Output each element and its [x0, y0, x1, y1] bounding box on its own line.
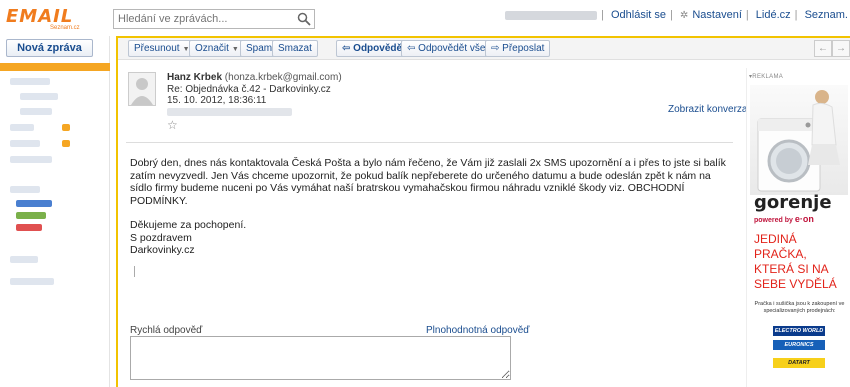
email-logo[interactable]: EMAIL Seznam.cz — [6, 6, 90, 32]
ad-slogan: JEDINÁ PRAČKA, KTERÁ SI NA SEBE VYDĚLÁ — [754, 232, 837, 291]
ad-brand-sub: powered by e·on — [754, 214, 814, 224]
quick-reply-textarea[interactable] — [130, 336, 511, 380]
message-toolbar: Přesunout ▼ Označit ▼ Spam Smazat ⇦ Odpově… — [118, 38, 850, 60]
star-icon[interactable]: ☆ — [167, 118, 178, 132]
folder-label-green[interactable] — [16, 212, 46, 219]
search-icon[interactable] — [297, 12, 311, 26]
move-button[interactable]: Přesunout ▼ — [128, 40, 196, 57]
folder-item[interactable] — [10, 156, 52, 163]
show-conversation-link[interactable]: Zobrazit konverzaci — [668, 104, 755, 115]
folder-label-red[interactable] — [16, 224, 42, 231]
reply-all-icon: ⇦ — [407, 43, 419, 54]
forward-icon: ⇨ — [491, 43, 503, 54]
folder-item[interactable] — [10, 78, 50, 85]
folder-item[interactable] — [10, 140, 40, 147]
folder-inbox-highlight[interactable] — [0, 63, 110, 71]
mark-label: Označit — [195, 43, 229, 54]
ad-washing-machine-image — [750, 85, 848, 195]
folder-item[interactable] — [10, 256, 38, 263]
quote-marker — [134, 266, 135, 277]
delete-button[interactable]: Smazat — [272, 40, 318, 57]
retailer-logo: DATART — [773, 358, 825, 368]
logout-link[interactable]: Odhlásit se — [611, 9, 666, 21]
folder-label-blue[interactable] — [16, 200, 52, 207]
message-date: 15. 10. 2012, 18:36:11 — [167, 95, 267, 106]
retailer-logo: EURONICS — [773, 340, 825, 350]
ad-label: ▾REKLAMA — [749, 74, 784, 80]
move-label: Přesunout — [134, 43, 180, 54]
header-divider — [126, 142, 733, 143]
folder-item[interactable] — [20, 93, 58, 100]
reply-all-label: Odpovědět všem — [418, 43, 494, 54]
recipient-blurred — [167, 108, 292, 116]
lide-link[interactable]: Lidé.cz — [756, 9, 791, 21]
quick-reply-label: Rychlá odpověď — [130, 325, 203, 336]
folder-item[interactable] — [10, 186, 40, 193]
message-body: Dobrý den, dnes nás kontaktovala Česká P… — [130, 157, 730, 257]
reply-icon: ⇦ — [342, 43, 354, 54]
new-mail-button[interactable]: Nová zpráva — [6, 39, 93, 57]
prev-message-icon[interactable]: ← — [814, 40, 832, 57]
body-line: S pozdravem — [130, 231, 192, 244]
left-sidebar: Nová zpráva — [0, 36, 110, 387]
search-input[interactable] — [114, 10, 294, 28]
advertisement[interactable]: ▾REKLAMA gorenje powered by e·on JEDINÁ … — [746, 68, 850, 387]
top-links: | Odhlásit se | ✲ Nastavení | Lidé.cz | Sezn… — [503, 9, 850, 21]
folder-item[interactable] — [10, 124, 34, 131]
ad-brand: gorenje — [754, 192, 832, 213]
forward-label: Přeposlat — [502, 43, 545, 54]
sender-email: (honza.krbek@gmail.com) — [224, 72, 342, 83]
search-box — [113, 9, 315, 29]
ad-brand-sub-prefix: powered by — [754, 217, 795, 224]
logo-text: EMAIL — [6, 6, 74, 27]
forward-button[interactable]: ⇨ Přeposlat — [485, 40, 551, 57]
body-paragraph: Dobrý den, dnes nás kontaktovala Česká P… — [130, 157, 726, 207]
chevron-down-icon: ▼ — [231, 46, 239, 53]
body-line: Darkovinky.cz — [130, 244, 195, 256]
retailer-logo: ELECTRO WORLD — [773, 326, 825, 336]
seznam-link[interactable]: Seznam. — [805, 9, 848, 21]
message-subject: Re: Objednávka č.42 - Darkovinky.cz — [167, 84, 331, 95]
ad-small-text: Pračka i sušička jsou k zakoupení ve spe… — [754, 301, 845, 314]
top-header: EMAIL Seznam.cz | Odhlásit se| ✲Nastaven… — [0, 0, 850, 36]
reply-label: Odpovědět — [353, 43, 406, 54]
sender: Hanz Krbek (honza.krbek@gmail.com) — [167, 72, 342, 83]
folder-count-badge — [62, 140, 70, 147]
sender-name: Hanz Krbek — [167, 72, 223, 83]
message-pane: Přesunout ▼ Označit ▼ Spam Smazat ⇦ Odpově… — [116, 36, 850, 387]
body-line: Děkujeme za pochopení. — [130, 219, 247, 231]
next-message-icon[interactable]: → — [832, 40, 850, 57]
folder-item[interactable] — [10, 278, 54, 285]
folder-count-badge — [62, 124, 70, 131]
message-nav: ← → — [814, 40, 850, 57]
folder-item[interactable] — [20, 108, 52, 115]
avatar — [128, 72, 156, 106]
user-email-blurred — [505, 10, 598, 20]
full-reply-link[interactable]: Plnohodnotná odpověď — [426, 325, 529, 336]
logo-subtitle: Seznam.cz — [50, 25, 80, 31]
gear-icon: ✲ — [679, 10, 689, 21]
settings-link[interactable]: Nastavení — [692, 9, 742, 21]
ad-brand-sub-name: e·on — [794, 214, 814, 224]
mark-button[interactable]: Označit ▼ — [189, 40, 245, 57]
